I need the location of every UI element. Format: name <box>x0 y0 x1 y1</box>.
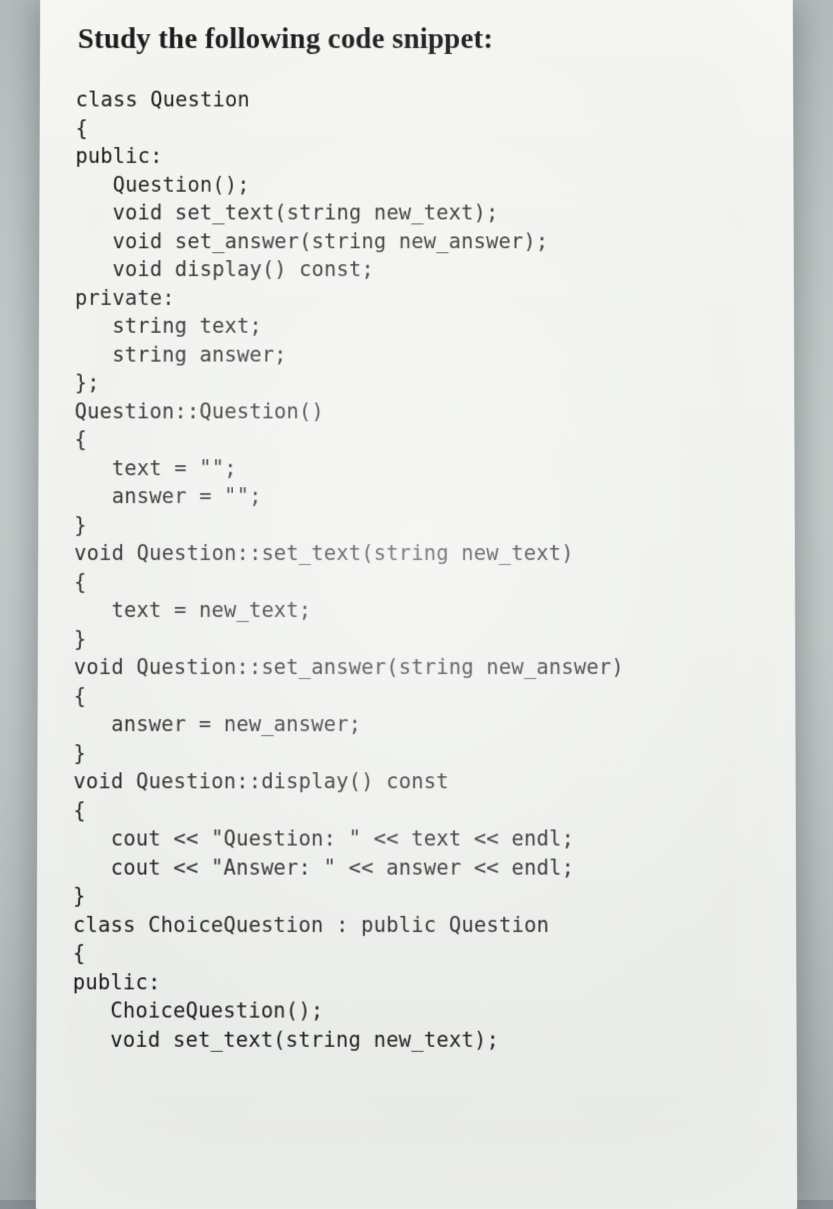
question-heading: Study the following code snippet: <box>78 23 757 56</box>
document-page: Study the following code snippet: class … <box>36 0 797 1209</box>
code-snippet: class Question { public: Question(); voi… <box>73 86 761 1054</box>
